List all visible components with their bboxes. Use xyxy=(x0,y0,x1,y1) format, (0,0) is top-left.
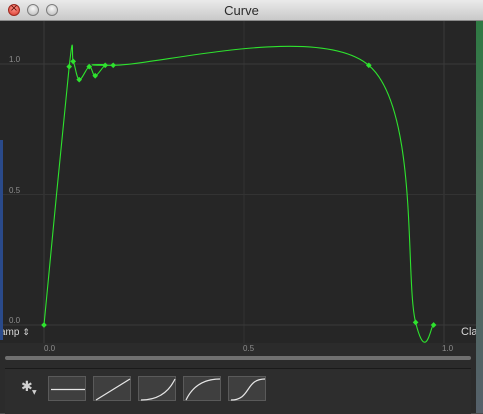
x-axis-label-0: 0.0 xyxy=(44,344,56,353)
preset-ease-out-button[interactable] xyxy=(183,376,221,401)
title-bar[interactable]: × Curve xyxy=(0,0,483,21)
dropdown-caret-icon: ▼ xyxy=(32,389,37,396)
curve-graph[interactable] xyxy=(0,21,476,343)
y-axis-label-0: 0.0 xyxy=(9,316,21,325)
keyframe-point[interactable] xyxy=(430,322,437,328)
background-window-edge xyxy=(476,21,483,413)
background-window-edge-left xyxy=(0,140,3,340)
keyframe-point[interactable] xyxy=(412,319,419,326)
keyframe-point[interactable] xyxy=(41,322,47,328)
x-axis-label-0-5: 0.5 xyxy=(243,344,255,353)
curve-window: 1.0 0.5 0.0 0.0 0.5 1.0 amp ⇕ Clan ✱ ▼ × … xyxy=(0,0,483,414)
preset-flat-button[interactable] xyxy=(48,376,86,401)
x-axis-label-1: 1.0 xyxy=(442,344,454,353)
flat-curve-icon xyxy=(51,388,85,391)
window-title: Curve xyxy=(224,3,259,18)
preset-ease-in-out-button[interactable] xyxy=(228,376,266,401)
y-axis-label-0-5: 0.5 xyxy=(9,186,21,195)
gear-icon[interactable]: ✱ ▼ xyxy=(21,380,37,396)
ease-out-curve-icon xyxy=(185,378,221,401)
pre-wrap-mode-dropdown[interactable]: amp ⇕ xyxy=(0,327,30,338)
preset-linear-button[interactable] xyxy=(93,376,131,401)
ease-in-out-curve-icon xyxy=(230,378,266,401)
animation-curve[interactable] xyxy=(43,44,435,343)
keyframe-point[interactable] xyxy=(66,63,73,70)
keyframe-point[interactable] xyxy=(110,62,117,69)
keyframe-point[interactable] xyxy=(70,58,77,65)
preset-ease-in-button[interactable] xyxy=(138,376,176,401)
ease-in-curve-icon xyxy=(140,378,176,401)
y-axis-label-1: 1.0 xyxy=(9,55,21,64)
horizontal-scrollbar[interactable] xyxy=(5,356,471,360)
linear-curve-icon xyxy=(95,378,131,401)
updown-arrow-icon: ⇕ xyxy=(22,328,30,338)
